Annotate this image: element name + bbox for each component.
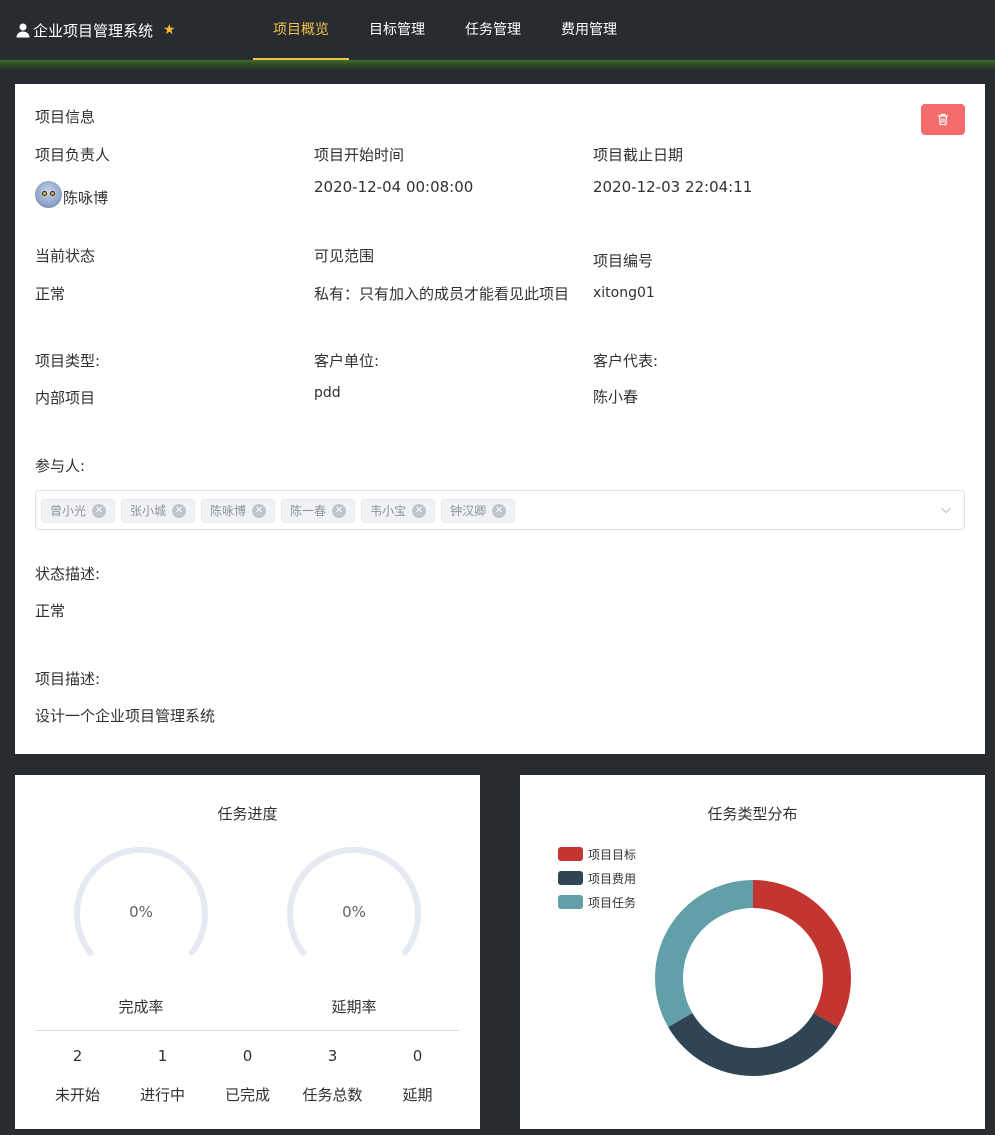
stat-value: 2 [72, 1047, 83, 1065]
participant-tag: 曾小光 ✕ [41, 499, 116, 523]
tab-tasks[interactable]: 任务管理 [445, 0, 541, 60]
project-code-value: xitong01 [593, 285, 655, 301]
stat-value: 1 [157, 1047, 168, 1065]
avatar [35, 181, 62, 208]
chevron-down-icon[interactable] [940, 504, 952, 516]
visibility-value: 私有：只有加入的成员才能看见此项目 [314, 285, 570, 303]
stat-label: 任务总数 [302, 1086, 363, 1104]
delay-rate-label: 延期率 [331, 998, 377, 1016]
close-icon[interactable]: ✕ [252, 504, 267, 518]
project-type-value: 内部项目 [35, 389, 96, 407]
delay-gauge: 0% [284, 843, 424, 983]
participant-tags: 曾小光 ✕ 张小城 ✕ 陈咏博 ✕ 陈一春 ✕ 韦小宝 ✕ 钟汉卿 ✕ [41, 499, 521, 523]
project-code-label: 项目编号 [593, 252, 654, 270]
participant-tag: 钟汉卿 ✕ [441, 499, 516, 523]
completion-rate-value: 0% [129, 903, 153, 921]
owner-label: 项目负责人 [35, 146, 111, 164]
stat-label: 延期 [402, 1086, 433, 1104]
close-icon[interactable]: ✕ [412, 504, 427, 518]
description-value: 设计一个企业项目管理系统 [35, 707, 216, 725]
project-type-label: 项目类型: [35, 352, 101, 370]
completion-rate-label: 完成率 [118, 998, 164, 1016]
tab-overview[interactable]: 项目概览 [253, 0, 349, 60]
section-title: 项目信息 [35, 108, 96, 126]
user-icon [16, 23, 30, 38]
donut-slice-2[interactable] [668, 1013, 838, 1076]
visibility-label: 可见范围 [314, 247, 375, 265]
delay-rate-value: 0% [342, 903, 366, 921]
participants-select[interactable]: 曾小光 ✕ 张小城 ✕ 陈咏博 ✕ 陈一春 ✕ 韦小宝 ✕ 钟汉卿 ✕ [35, 490, 965, 530]
stat-label: 未开始 [54, 1086, 100, 1104]
start-time-label: 项目开始时间 [314, 146, 405, 164]
status-desc-value: 正常 [35, 602, 66, 620]
divider [35, 1030, 460, 1031]
trash-icon [938, 113, 948, 126]
status-desc-label: 状态描述: [35, 565, 101, 583]
client-rep-label: 客户代表: [593, 352, 659, 370]
app-brand: 企业项目管理系统 ★ [15, 19, 176, 41]
tab-expenses[interactable]: 费用管理 [541, 0, 637, 60]
client-value: pdd [314, 385, 341, 401]
close-icon[interactable]: ✕ [492, 504, 507, 518]
deadline-label: 项目截止日期 [593, 146, 684, 164]
owner-name: 陈咏博 [63, 189, 109, 207]
client-rep-value: 陈小春 [593, 388, 639, 406]
start-time-value: 2020-12-04 00:08:00 [314, 178, 474, 196]
status-label: 当前状态 [35, 247, 96, 265]
completion-gauge: 0% [71, 843, 211, 983]
close-icon[interactable]: ✕ [92, 504, 107, 518]
participants-label: 参与人: [35, 457, 86, 475]
header-accent-bar [0, 60, 995, 70]
participant-tag: 陈一春 ✕ [281, 499, 356, 523]
donut-chart [655, 880, 851, 1076]
progress-title: 任务进度 [217, 805, 278, 823]
participant-tag: 韦小宝 ✕ [361, 499, 436, 523]
deadline-value: 2020-12-03 22:04:11 [593, 178, 753, 196]
project-info-card: 项目信息 项目负责人 陈咏博 项目开始时间 2020-12-04 00:08:0… [15, 84, 985, 754]
task-type-card: 任务类型分布 项目目标 项目费用 项目任务 [520, 775, 985, 1129]
task-progress-card: 任务进度 0% 完成率 0% 延期率 2 1 0 3 0 未开始 进行中 已完成… [15, 775, 480, 1129]
stat-label: 进行中 [139, 1086, 185, 1104]
top-navbar: 企业项目管理系统 ★ 项目概览 目标管理 任务管理 费用管理 [0, 0, 995, 70]
stat-value: 0 [412, 1047, 423, 1065]
donut-slice-3[interactable] [655, 880, 753, 1027]
app-title: 企业项目管理系统 [33, 21, 154, 40]
description-label: 项目描述: [35, 670, 101, 688]
participant-tag: 陈咏博 ✕ [201, 499, 276, 523]
participant-tag: 张小城 ✕ [121, 499, 196, 523]
donut-slice-1[interactable] [753, 880, 851, 1027]
client-label: 客户单位: [314, 352, 380, 370]
stat-value: 0 [242, 1047, 253, 1065]
tab-goals[interactable]: 目标管理 [349, 0, 445, 60]
close-icon[interactable]: ✕ [172, 504, 187, 518]
status-value: 正常 [35, 285, 66, 303]
stat-label: 已完成 [224, 1086, 270, 1104]
star-icon[interactable]: ★ [163, 22, 176, 38]
delete-button[interactable] [921, 104, 965, 135]
stat-value: 3 [327, 1047, 338, 1065]
close-icon[interactable]: ✕ [332, 504, 347, 518]
main-nav: 项目概览 目标管理 任务管理 费用管理 [253, 0, 637, 60]
